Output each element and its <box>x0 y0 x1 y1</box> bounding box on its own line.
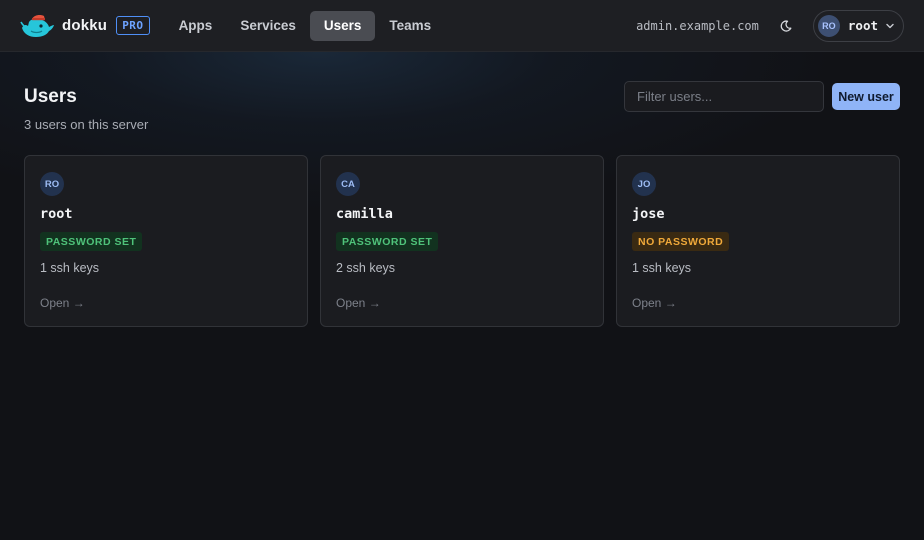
ssh-keys-count: 2 ssh keys <box>336 261 396 275</box>
page-subtitle: 3 users on this server <box>24 117 149 132</box>
nav-item-apps[interactable]: Apps <box>165 11 227 41</box>
ssh-keys-count: 1 ssh keys <box>632 261 692 275</box>
user-menu-button[interactable]: RO root <box>812 9 904 42</box>
chevron-down-icon <box>886 23 894 28</box>
page-title: Users <box>24 86 77 107</box>
open-link[interactable]: Open → <box>632 296 677 310</box>
whale-logo-icon <box>20 14 54 37</box>
nav-item-teams[interactable]: Teams <box>375 11 445 41</box>
avatar: JO <box>632 172 656 196</box>
user-card-camilla[interactable]: CA camilla PASSWORD SET 2 ssh keys Open … <box>320 155 604 327</box>
status-badge: PASSWORD SET <box>336 232 439 251</box>
user-cards: RO root PASSWORD SET 1 ssh keys Open → C… <box>24 155 900 327</box>
user-card-jose[interactable]: JO jose NO PASSWORD 1 ssh keys Open → <box>616 155 900 327</box>
avatar: RO <box>817 14 840 37</box>
moon-icon <box>780 19 792 32</box>
open-link[interactable]: Open → <box>336 296 381 310</box>
user-name: root <box>40 206 73 222</box>
top-nav-bar: dokku PRO Apps Services Users Teams admi… <box>0 0 924 52</box>
user-menu-name: root <box>847 18 878 33</box>
user-name: jose <box>632 206 665 222</box>
new-user-button[interactable]: New user <box>832 83 900 110</box>
host-name: admin.example.com <box>636 18 759 33</box>
user-card-root[interactable]: RO root PASSWORD SET 1 ssh keys Open → <box>24 155 308 327</box>
pro-badge: PRO <box>116 16 150 35</box>
theme-toggle-button[interactable] <box>775 15 797 37</box>
avatar: CA <box>336 172 360 196</box>
user-name: camilla <box>336 206 393 222</box>
status-badge: PASSWORD SET <box>40 232 143 251</box>
main-nav: Apps Services Users Teams <box>165 10 446 41</box>
brand-name: dokku <box>62 17 108 34</box>
status-badge: NO PASSWORD <box>632 232 730 251</box>
filter-users-input[interactable] <box>624 81 824 112</box>
avatar: RO <box>40 172 64 196</box>
nav-item-services[interactable]: Services <box>226 11 310 41</box>
brand[interactable]: dokku PRO <box>20 13 150 39</box>
ssh-keys-count: 1 ssh keys <box>40 261 100 275</box>
nav-item-users[interactable]: Users <box>309 10 376 41</box>
open-link[interactable]: Open → <box>40 296 85 310</box>
